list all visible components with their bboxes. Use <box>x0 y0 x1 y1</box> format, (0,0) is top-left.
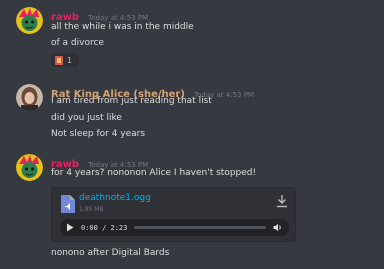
download-icon[interactable] <box>276 194 288 208</box>
volume-icon[interactable] <box>273 223 283 232</box>
player-time: 0:00 / 2:23 <box>81 223 128 232</box>
file-name-link[interactable]: deathnote1.ogg <box>79 193 151 203</box>
custom-emoji-icon <box>55 55 63 65</box>
audio-progress-bar[interactable] <box>134 226 266 229</box>
message-line: for 4 years? nononon Alice I haven't sto… <box>51 168 257 178</box>
avatar-rawb[interactable] <box>16 154 43 181</box>
message-line: Not sleep for 4 years <box>51 129 146 139</box>
message-line: nonono after Digital Bards <box>51 248 170 258</box>
reaction-count: 1 <box>67 55 73 65</box>
message-line: did you just like <box>51 113 122 123</box>
rawb-avatar-image <box>16 7 43 34</box>
audio-attachment: deathnote1.ogg 1.95 MB 0:00 / 2:23 <box>51 187 296 242</box>
audio-player: 0:00 / 2:23 <box>60 219 289 236</box>
play-icon[interactable] <box>66 223 74 232</box>
message-line: all the while i was in the middle <box>51 22 194 32</box>
rawb-avatar-image <box>16 154 43 181</box>
audio-file-icon <box>61 195 75 213</box>
avatar-rawb[interactable] <box>16 7 43 34</box>
avatar-alice[interactable] <box>16 84 43 111</box>
reaction-button[interactable]: 1 <box>51 53 79 67</box>
file-size: 1.95 MB <box>79 206 104 213</box>
alice-avatar-image <box>16 84 43 111</box>
message-line: I am tired from just reading that list <box>51 96 212 106</box>
message-line: of a divorce <box>51 38 104 48</box>
